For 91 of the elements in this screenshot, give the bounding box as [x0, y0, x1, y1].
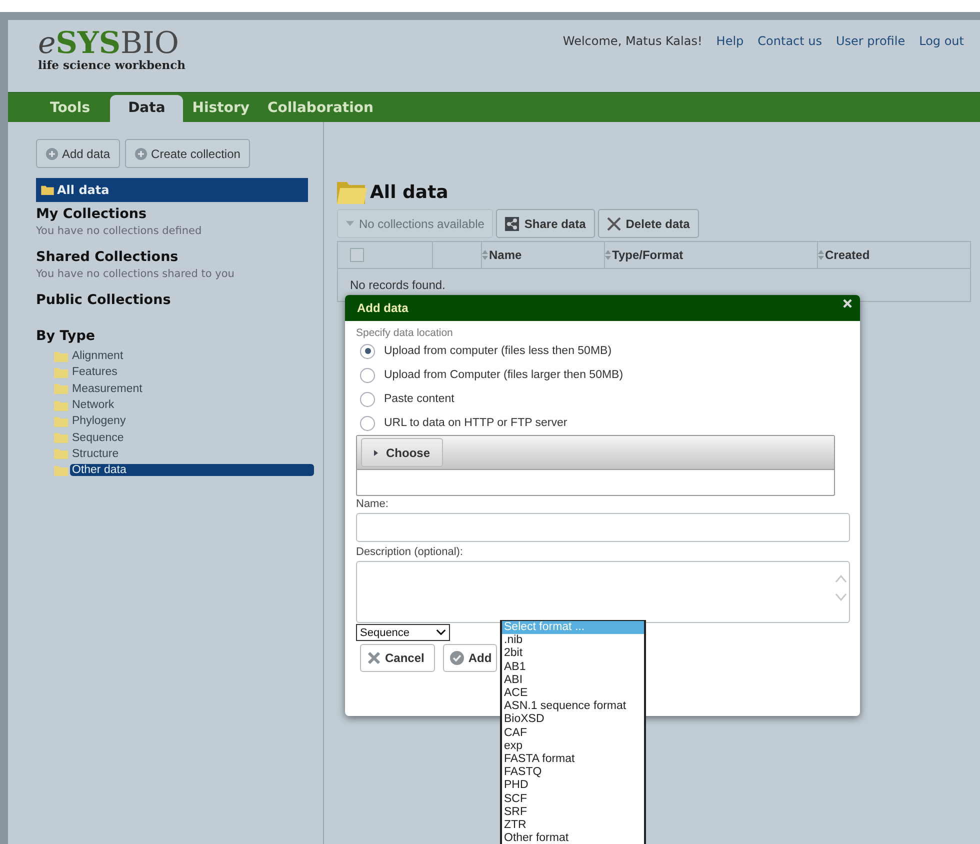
choose-button[interactable]: Choose: [361, 438, 444, 467]
type-item[interactable]: Sequence: [70, 432, 126, 444]
folder-icon: [337, 180, 367, 204]
section-heading: By Type: [36, 328, 96, 344]
toolbar-button[interactable]: Share data: [496, 209, 595, 238]
caret-icon: [346, 221, 354, 226]
format-option[interactable]: BioXSD: [502, 713, 644, 727]
format-option[interactable]: FASTA format: [502, 753, 644, 766]
section-note: You have no collections defined: [36, 225, 203, 237]
format-option[interactable]: exp: [502, 740, 644, 754]
type-item[interactable]: Alignment: [70, 350, 126, 362]
nav-tab[interactable]: Data: [110, 95, 184, 122]
triangle-icon: [374, 450, 378, 456]
format-option[interactable]: .nib: [502, 634, 644, 648]
format-option[interactable]: ABI: [502, 674, 644, 688]
type-item[interactable]: Other data: [70, 464, 314, 476]
format-option[interactable]: Other format: [502, 832, 644, 844]
folder-icon: [54, 400, 68, 411]
checkbox[interactable]: [350, 248, 364, 262]
radio-label: Paste content: [384, 393, 454, 405]
type-item[interactable]: Network: [70, 399, 116, 412]
nav-tab[interactable]: Collaboration: [258, 95, 382, 122]
radio-label: Upload from Computer (files larger then 50MB): [384, 369, 624, 381]
nav-tab[interactable]: Tools: [38, 95, 110, 122]
header-link[interactable]: User profile: [836, 34, 906, 48]
check-icon: [450, 651, 464, 665]
format-option[interactable]: SRF: [502, 806, 644, 820]
radio-label: URL to data on HTTP or FTP server: [384, 417, 568, 429]
plus-icon: [46, 148, 58, 160]
format-option[interactable]: PHD: [502, 779, 644, 793]
sidebar-button[interactable]: Create collection: [125, 139, 250, 168]
header-link[interactable]: Contact us: [758, 34, 822, 48]
format-option[interactable]: SCF: [502, 792, 644, 806]
radio-button[interactable]: [360, 392, 375, 406]
format-option[interactable]: FASTQ: [502, 766, 644, 780]
folder-icon: [54, 464, 68, 476]
share-icon: [505, 216, 520, 230]
page-title: All data: [370, 182, 448, 202]
field-label: Specify data location: [356, 327, 454, 339]
dialog-button[interactable]: Cancel: [360, 644, 436, 672]
folder-icon: [54, 416, 68, 427]
close-icon: [606, 216, 621, 230]
type-item[interactable]: Structure: [70, 448, 121, 460]
radio-button[interactable]: [360, 416, 375, 430]
folder-icon: [54, 350, 68, 362]
close-icon[interactable]: [843, 299, 852, 308]
nav-tab[interactable]: History: [183, 95, 258, 122]
type-item[interactable]: Features: [70, 366, 120, 378]
column-header[interactable]: Type/Format: [605, 242, 818, 268]
all-data-item[interactable]: All data: [36, 178, 308, 202]
format-option[interactable]: 2bit: [502, 647, 644, 661]
field-label: Name:: [356, 498, 390, 510]
type-select[interactable]: Sequence: [356, 624, 450, 641]
sort-icon: [818, 250, 824, 260]
field-label: Description (optional):: [356, 546, 464, 558]
logo: eSYSBIO life science workbench: [38, 28, 186, 72]
format-option[interactable]: AB1: [502, 660, 644, 674]
format-option[interactable]: ZTR: [502, 819, 644, 832]
section-heading: Shared Collections: [36, 249, 180, 265]
folder-icon: [54, 383, 68, 394]
dialog-title: Add data: [357, 301, 408, 315]
format-option[interactable]: ACE: [502, 687, 644, 700]
cancel-icon: [367, 651, 381, 665]
section-note: You have no collections shared to you: [36, 268, 236, 280]
column-header[interactable]: Created: [818, 242, 970, 268]
section-heading: Public Collections: [36, 292, 172, 308]
toolbar-button[interactable]: Delete data: [598, 209, 699, 238]
sidebar-button[interactable]: Add data: [36, 139, 120, 168]
sort-icon: [605, 250, 611, 260]
radio-label: Upload from computer (files less then 50MB): [384, 345, 612, 357]
chevron-icon: [436, 629, 446, 636]
welcome-text: Welcome, Matus Kalas!: [562, 34, 702, 48]
folder-icon: [54, 432, 68, 444]
folder-icon: [54, 448, 68, 460]
empty-message: No records found.: [350, 278, 446, 292]
plus-icon: [135, 148, 148, 160]
format-option[interactable]: ASN.1 sequence format: [502, 700, 644, 714]
dialog-button[interactable]: Add: [443, 644, 497, 672]
sort-icon: [482, 250, 488, 260]
column-header[interactable]: Name: [482, 242, 605, 268]
header-link[interactable]: Help: [716, 34, 744, 48]
type-item[interactable]: Measurement: [70, 382, 144, 395]
name-field[interactable]: [356, 513, 850, 542]
format-option[interactable]: CAF: [502, 726, 644, 740]
radio-button[interactable]: [360, 368, 375, 382]
header-link[interactable]: Log out: [919, 34, 964, 48]
radio-button[interactable]: [360, 344, 375, 358]
folder-icon: [54, 366, 68, 378]
folder-icon: [41, 185, 54, 195]
section-heading: My Collections: [36, 206, 148, 222]
type-item[interactable]: Phylogeny: [70, 415, 128, 428]
